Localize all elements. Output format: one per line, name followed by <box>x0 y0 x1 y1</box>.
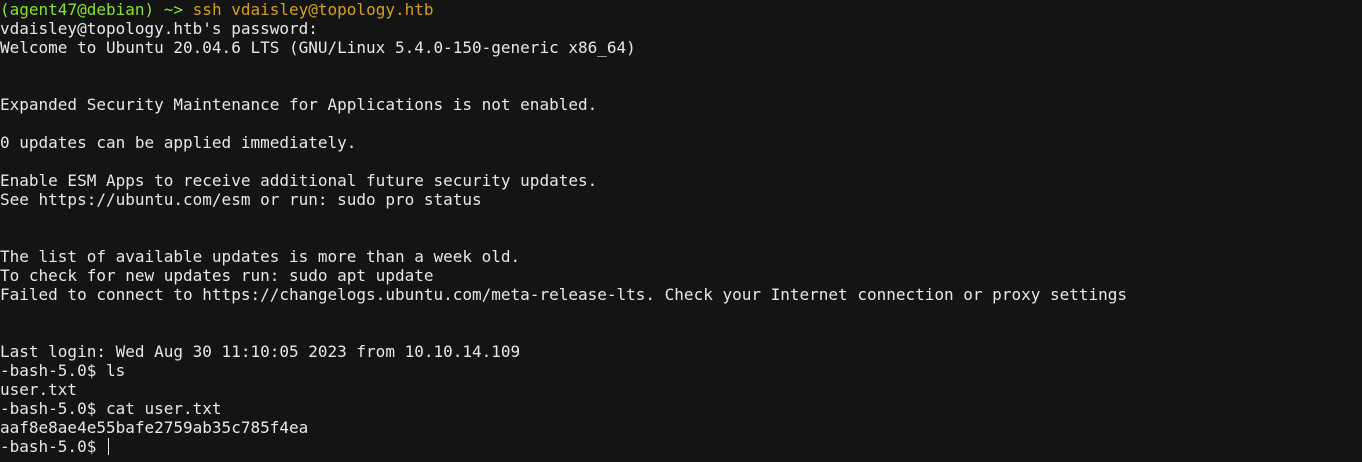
prompt-userhost: agent47@debian <box>9 0 145 19</box>
output-line: user.txt <box>0 380 78 399</box>
prompt-tilde: ~> <box>154 0 193 19</box>
output-line: Last login: Wed Aug 30 11:10:05 2023 fro… <box>0 342 521 361</box>
output-line: Enable ESM Apps to receive additional fu… <box>0 171 598 190</box>
terminal-window[interactable]: (agent47@debian) ~> ssh vdaisley@topolog… <box>0 0 1362 462</box>
shell-prompt: -bash-5.0$ <box>0 437 106 456</box>
ssh-command: ssh vdaisley@topology.htb <box>192 0 434 19</box>
output-line: Expanded Security Maintenance for Applic… <box>0 95 598 114</box>
current-prompt-line[interactable]: -bash-5.0$ <box>0 437 1362 456</box>
output-line: See https://ubuntu.com/esm or run: sudo … <box>0 190 482 209</box>
prompt-close-paren: ) <box>144 0 155 19</box>
output-line: Welcome to Ubuntu 20.04.6 LTS (GNU/Linux… <box>0 38 636 57</box>
output-line: The list of available updates is more th… <box>0 247 521 266</box>
output-line: Failed to connect to https://changelogs.… <box>0 285 1128 304</box>
output-line: -bash-5.0$ cat user.txt <box>0 399 222 418</box>
prompt-open-paren: ( <box>0 0 10 19</box>
text-cursor <box>107 438 109 455</box>
output-line: aaf8e8ae4e55bafe2759ab35c785f4ea <box>0 418 309 437</box>
output-line: vdaisley@topology.htb's password: <box>0 19 318 38</box>
output-line: 0 updates can be applied immediately. <box>0 133 357 152</box>
output-line: -bash-5.0$ ls <box>0 361 126 380</box>
output-line: To check for new updates run: sudo apt u… <box>0 266 434 285</box>
ssh-prompt-line: (agent47@debian) ~> ssh vdaisley@topolog… <box>0 0 1362 19</box>
